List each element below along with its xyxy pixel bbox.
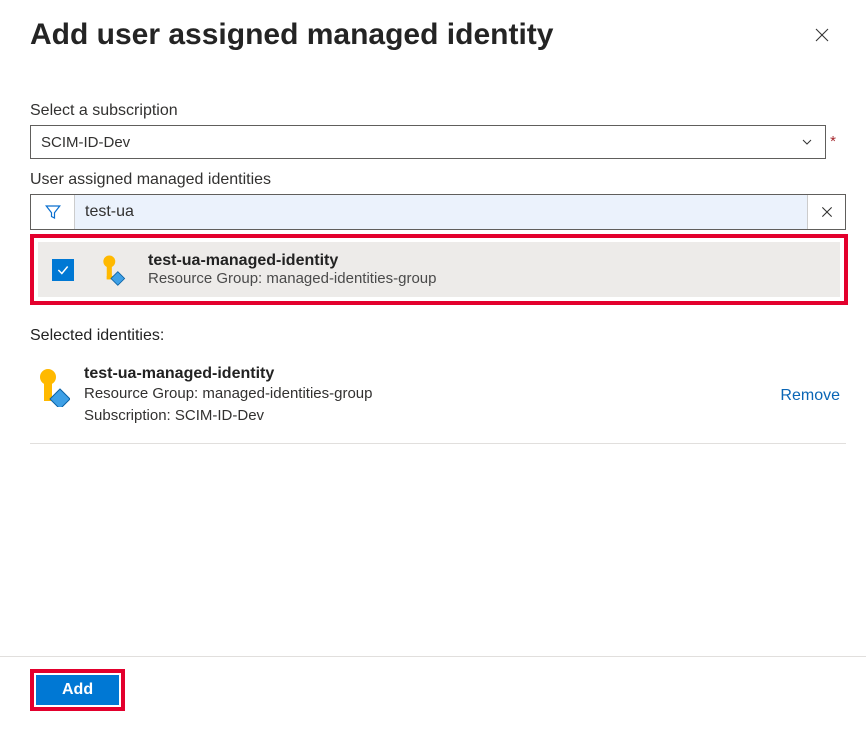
identities-label: User assigned managed identities: [30, 171, 836, 189]
subscription-label: Select a subscription: [30, 102, 836, 120]
header: Add user assigned managed identity: [30, 18, 836, 52]
selected-identity-row: test-ua-managed-identity Resource Group:…: [30, 357, 846, 444]
subscription-group: Select a subscription SCIM-ID-Dev *: [30, 102, 836, 159]
clear-filter-button[interactable]: [807, 195, 845, 229]
identity-result-row[interactable]: test-ua-managed-identity Resource Group:…: [38, 242, 840, 297]
check-icon: [56, 263, 70, 277]
chevron-down-icon: [799, 134, 815, 150]
identities-group: User assigned managed identities: [30, 171, 836, 305]
remove-identity-link[interactable]: Remove: [780, 387, 846, 405]
close-icon: [813, 26, 831, 44]
filter-input[interactable]: [75, 195, 807, 229]
footer: Add: [30, 669, 125, 711]
identity-name: test-ua-managed-identity: [148, 252, 437, 270]
managed-identity-icon: [94, 253, 128, 287]
managed-identity-icon: [30, 367, 70, 407]
identity-checkbox[interactable]: [52, 259, 74, 281]
selected-identity-subscription: Subscription: SCIM-ID-Dev: [84, 405, 766, 427]
subscription-value: SCIM-ID-Dev: [41, 134, 130, 151]
subscription-select[interactable]: SCIM-ID-Dev: [30, 125, 826, 159]
add-managed-identity-panel: Add user assigned managed identity Selec…: [0, 0, 866, 731]
selected-identities-label: Selected identities:: [30, 327, 836, 345]
filter-icon[interactable]: [31, 195, 75, 229]
add-button-highlight: Add: [30, 669, 125, 711]
required-indicator: *: [830, 125, 836, 159]
close-button[interactable]: [808, 21, 836, 49]
add-button[interactable]: Add: [36, 675, 119, 705]
page-title: Add user assigned managed identity: [30, 18, 553, 52]
selected-section: Selected identities: test-ua-managed-ide…: [30, 327, 836, 444]
footer-divider: [0, 656, 866, 657]
selected-identity-info: test-ua-managed-identity Resource Group:…: [84, 365, 766, 427]
identity-resource-group: Resource Group: managed-identities-group: [148, 270, 437, 287]
filter-row: [30, 194, 846, 230]
selected-identity-name: test-ua-managed-identity: [84, 365, 766, 383]
result-highlight: test-ua-managed-identity Resource Group:…: [30, 234, 848, 305]
selected-identity-rg: Resource Group: managed-identities-group: [84, 383, 766, 405]
identity-result-text: test-ua-managed-identity Resource Group:…: [148, 252, 437, 287]
